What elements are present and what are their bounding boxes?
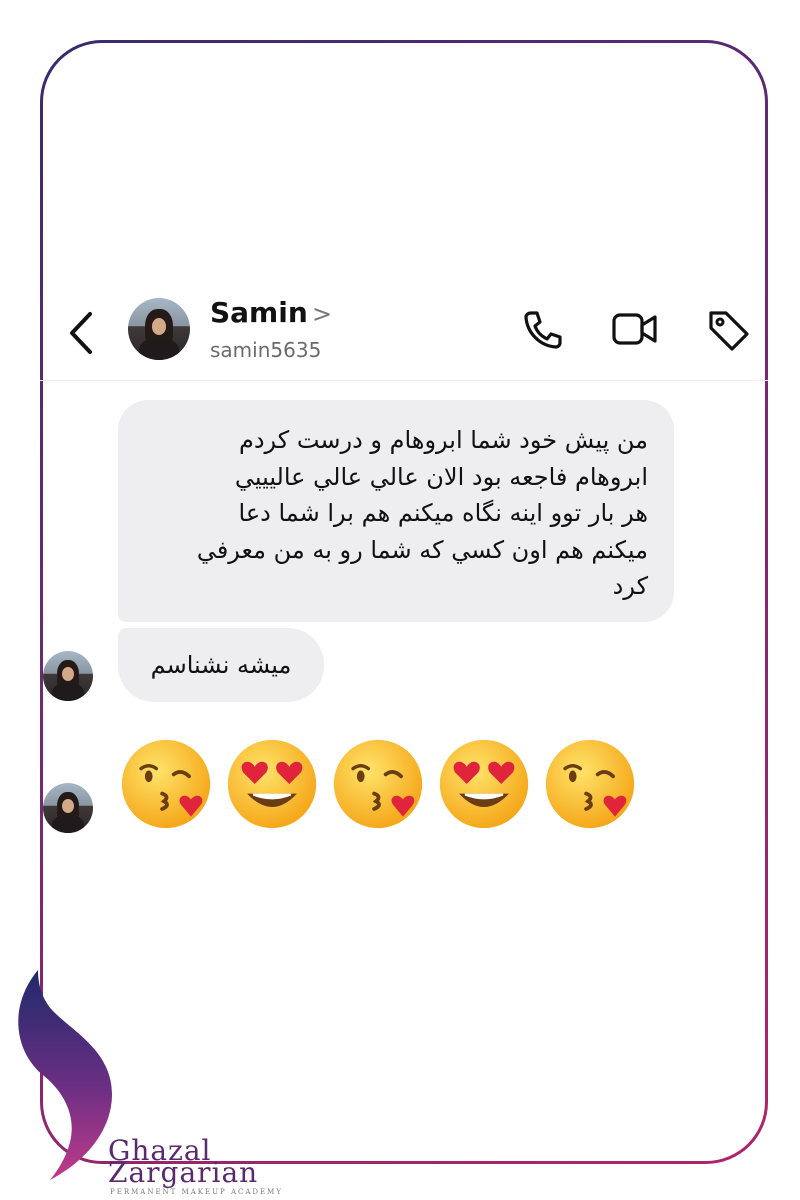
kissing-face-icon	[121, 739, 211, 829]
avatar[interactable]	[43, 783, 93, 833]
message-line: هر بار توو اينه نگاه ميکنم هم برا شما دع…	[238, 499, 649, 527]
video-camera-icon[interactable]	[610, 304, 660, 354]
message-line: کرد	[612, 572, 648, 600]
message-line: من پيش خود شما ابروهام و درست کردم	[238, 426, 648, 454]
chevron-left-icon[interactable]	[64, 308, 98, 358]
kissing-face-icon	[545, 739, 635, 829]
emoji-message[interactable]	[118, 736, 638, 836]
heart-eyes-face-icon	[439, 739, 529, 829]
message-line: ميکنم هم اون کسي که شما رو به من معرفي	[196, 535, 648, 564]
heart-eyes-face-icon	[227, 739, 317, 829]
kissing-face-icon	[333, 739, 423, 829]
tag-icon[interactable]	[702, 304, 752, 354]
contact-username: samin5635	[210, 338, 322, 362]
message-text: ميشه نشناسم	[150, 651, 292, 679]
chat-header: Samin > samin5635	[40, 290, 768, 380]
contact-name[interactable]: Samin	[210, 296, 308, 329]
header-divider	[40, 380, 768, 381]
message-line: ابروهام فاجعه بود الان عالي عالي عاليييي	[234, 462, 648, 491]
avatar[interactable]	[128, 298, 190, 360]
avatar[interactable]	[43, 651, 93, 701]
brand-tagline: PERMANENT MAKEUP ACADEMY	[110, 1188, 283, 1196]
phone-icon[interactable]	[516, 304, 566, 354]
message-bubble[interactable]: ميشه نشناسم	[118, 628, 324, 702]
brand-surname: Zargarian	[108, 1156, 259, 1189]
message-bubble[interactable]: من پيش خود شما ابروهام و درست کردم ابروه…	[118, 400, 674, 622]
chevron-right-icon[interactable]: >	[312, 300, 332, 328]
